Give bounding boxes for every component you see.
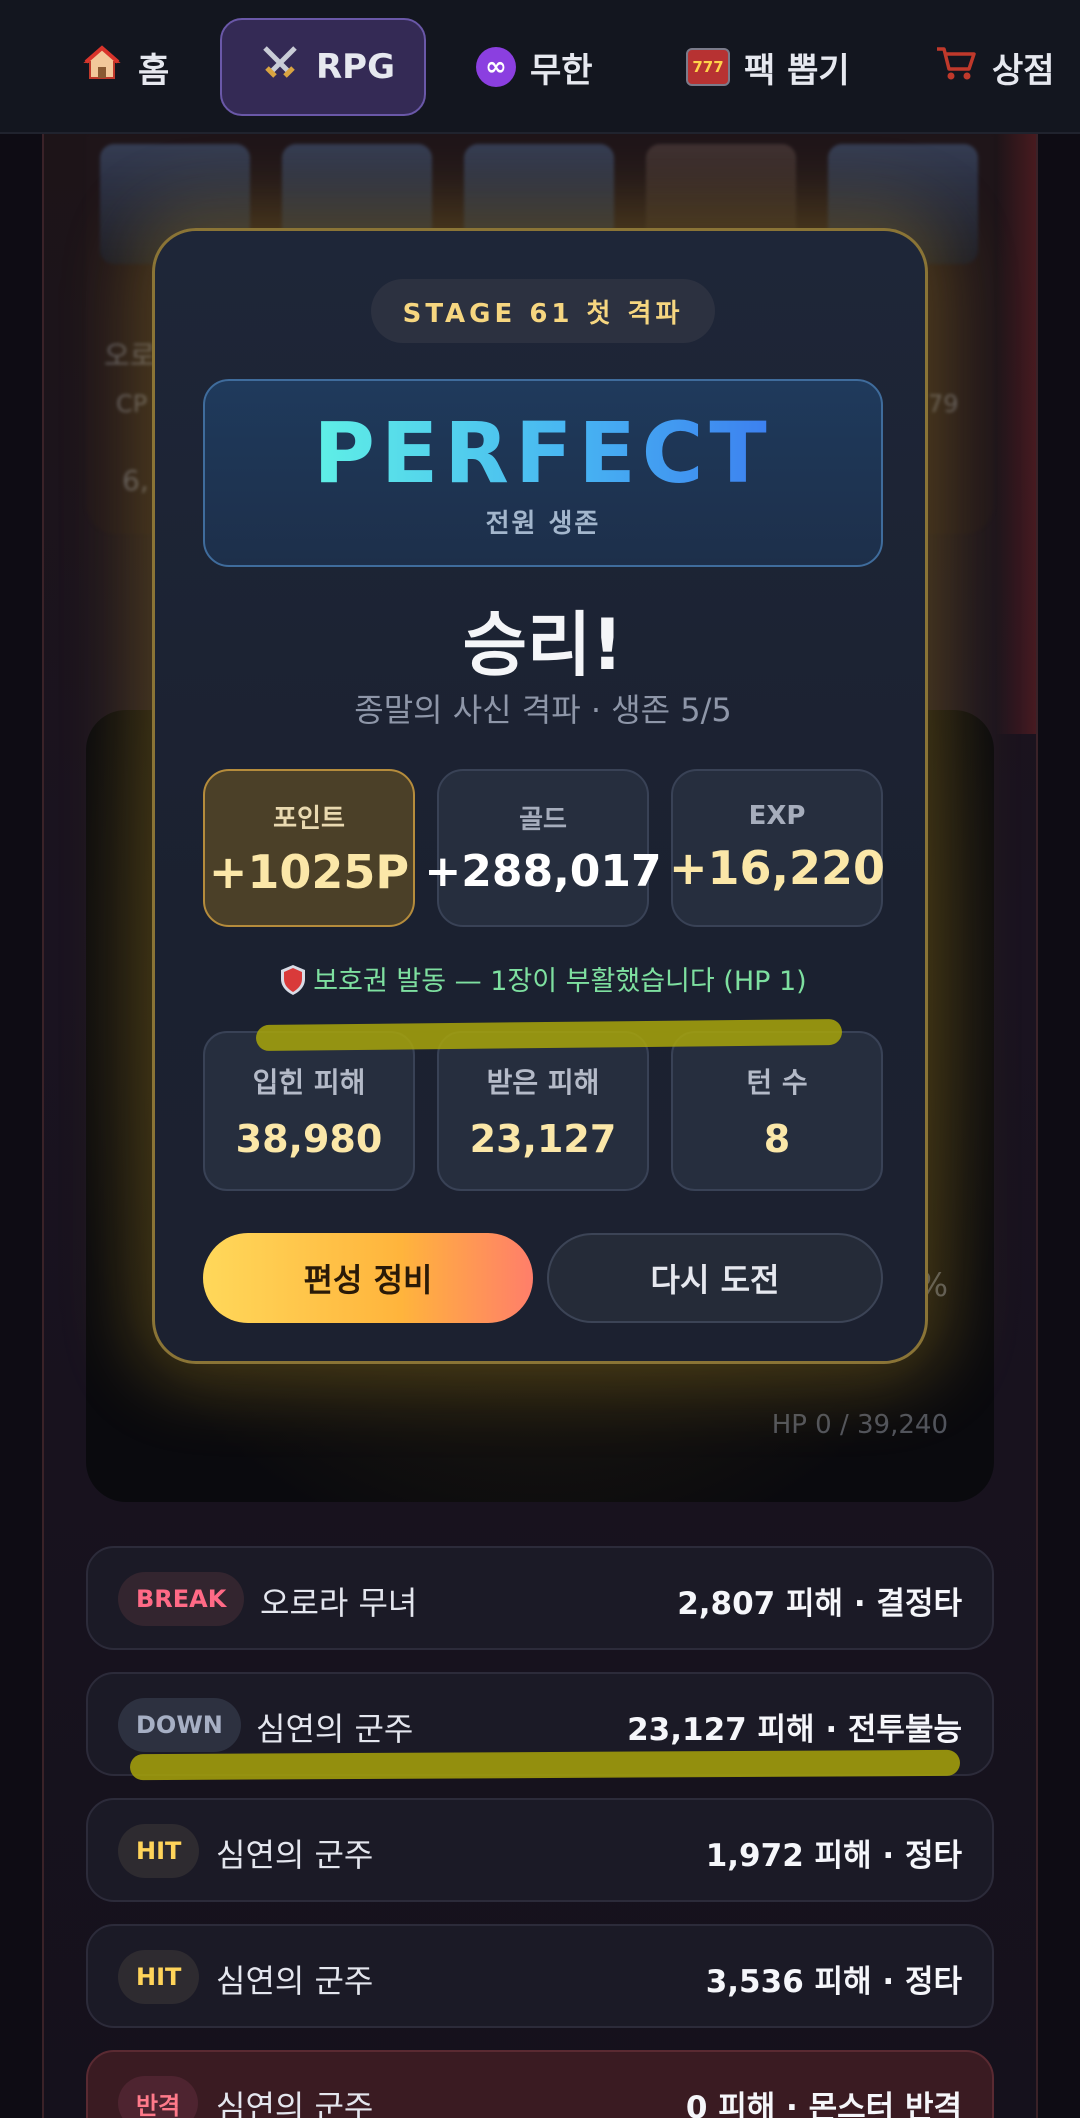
reward-value: +16,220 (668, 841, 886, 895)
log-tag: DOWN (118, 1698, 241, 1752)
reward-value: +1025P (208, 844, 410, 899)
log-tag: BREAK (118, 1572, 245, 1626)
log-actor: 오로라 무녀 (260, 1584, 418, 1622)
stage-badge: STAGE 61 첫 격파 (371, 279, 715, 343)
nav-label-infinite: 무한 (530, 50, 593, 91)
party-hp: 6, (122, 464, 149, 497)
party-cp-right: 79 (928, 390, 959, 418)
log-detail: 2,807 피해 · 결정타 (677, 1586, 962, 1622)
grade-panel: PERFECT 전원 생존 (203, 379, 883, 567)
reward-value: +288,017 (424, 846, 662, 897)
nav-label-shop: 상점 (992, 50, 1055, 91)
top-nav: 홈 RPG ∞ 무한 777 팩 뽑기 상점 (0, 0, 1080, 134)
log-detail: 0 피해 · 몬스터 반격 (685, 2090, 962, 2118)
nav-tab-infinite[interactable]: ∞ 무한 (476, 18, 593, 116)
reward-points: 포인트 +1025P (203, 769, 415, 927)
highlight-marker (129, 1749, 961, 1781)
nav-tab-shop[interactable]: 상점 (934, 18, 1055, 116)
stat-value: 23,127 (469, 1117, 617, 1161)
result-title: 승리! (462, 604, 624, 686)
stat-label: 받은 피해 (486, 1066, 600, 1099)
stat-label: 입힌 피해 (252, 1066, 366, 1099)
nav-label-rpg: RPG (316, 47, 396, 87)
stat-damage-taken: 받은 피해 23,127 (437, 1031, 649, 1191)
grade-text: PERFECT (313, 403, 773, 502)
log-actor: 심연의 군주 (216, 1962, 374, 2000)
log-detail: 1,972 피해 · 정타 (705, 1838, 962, 1874)
reward-label: EXP (748, 801, 806, 831)
log-actor: 심연의 군주 (216, 2088, 374, 2118)
grade-subtext: 전원 생존 (485, 508, 601, 539)
shield-icon (279, 964, 307, 996)
log-actor: 심연의 군주 (256, 1710, 414, 1748)
result-modal: STAGE 61 첫 격파 PERFECT 전원 생존 승리! 종말의 사신 격… (152, 228, 928, 1364)
formation-button[interactable]: 편성 정비 (203, 1233, 533, 1323)
nav-label-pack: 팩 뽑기 (744, 50, 850, 91)
shopping-cart-icon (934, 43, 978, 92)
shield-notice: 보호권 발동 — 1장이 부활했습니다 (HP 1) (155, 959, 931, 998)
reward-label: 골드 (519, 805, 567, 835)
log-tag: HIT (118, 1824, 200, 1878)
stat-value: 38,980 (235, 1117, 383, 1161)
log-tag: 반격 (118, 2076, 199, 2118)
slot-machine-icon: 777 (686, 48, 730, 86)
nav-label-home: 홈 (138, 50, 170, 91)
stat-turn-count: 턴 수 8 (671, 1031, 883, 1191)
stat-damage-dealt: 입힌 피해 38,980 (203, 1031, 415, 1191)
battle-log-row: HIT 심연의 군주 3,536 피해 · 정타 (86, 1924, 994, 2028)
battle-log-row: 반격 심연의 군주 0 피해 · 몬스터 반격 (86, 2050, 994, 2118)
retry-button[interactable]: 다시 도전 (547, 1233, 883, 1323)
reward-exp: EXP +16,220 (668, 769, 886, 927)
nav-tab-rpg[interactable]: RPG (220, 18, 426, 116)
log-tag: HIT (118, 1950, 200, 2004)
house-icon (80, 43, 124, 92)
crossed-swords-icon (258, 42, 302, 93)
reward-gold: 골드 +288,017 (424, 769, 662, 927)
nav-tab-pack-draw[interactable]: 777 팩 뽑기 (686, 18, 850, 116)
log-actor: 심연의 군주 (216, 1836, 374, 1874)
battle-log-row: HIT 심연의 군주 1,972 피해 · 정타 (86, 1798, 994, 1902)
log-detail: 23,127 피해 · 전투불능 (627, 1712, 962, 1748)
stat-label: 턴 수 (746, 1066, 808, 1099)
boss-hp-text: HP 0 / 39,240 (771, 1410, 948, 1440)
nav-tab-home[interactable]: 홈 (80, 18, 169, 116)
result-subtitle: 종말의 사신 격파 · 생존 5/5 (354, 691, 732, 729)
shield-notice-text: 보호권 발동 — 1장이 부활했습니다 (HP 1) (313, 966, 807, 997)
log-detail: 3,536 피해 · 정타 (705, 1964, 962, 2000)
stat-value: 8 (763, 1117, 791, 1161)
party-cp: CP (116, 390, 148, 418)
reward-label: 포인트 (273, 803, 345, 834)
infinity-icon: ∞ (476, 47, 516, 87)
battle-log-row: BREAK 오로라 무녀 2,807 피해 · 결정타 (86, 1546, 994, 1650)
